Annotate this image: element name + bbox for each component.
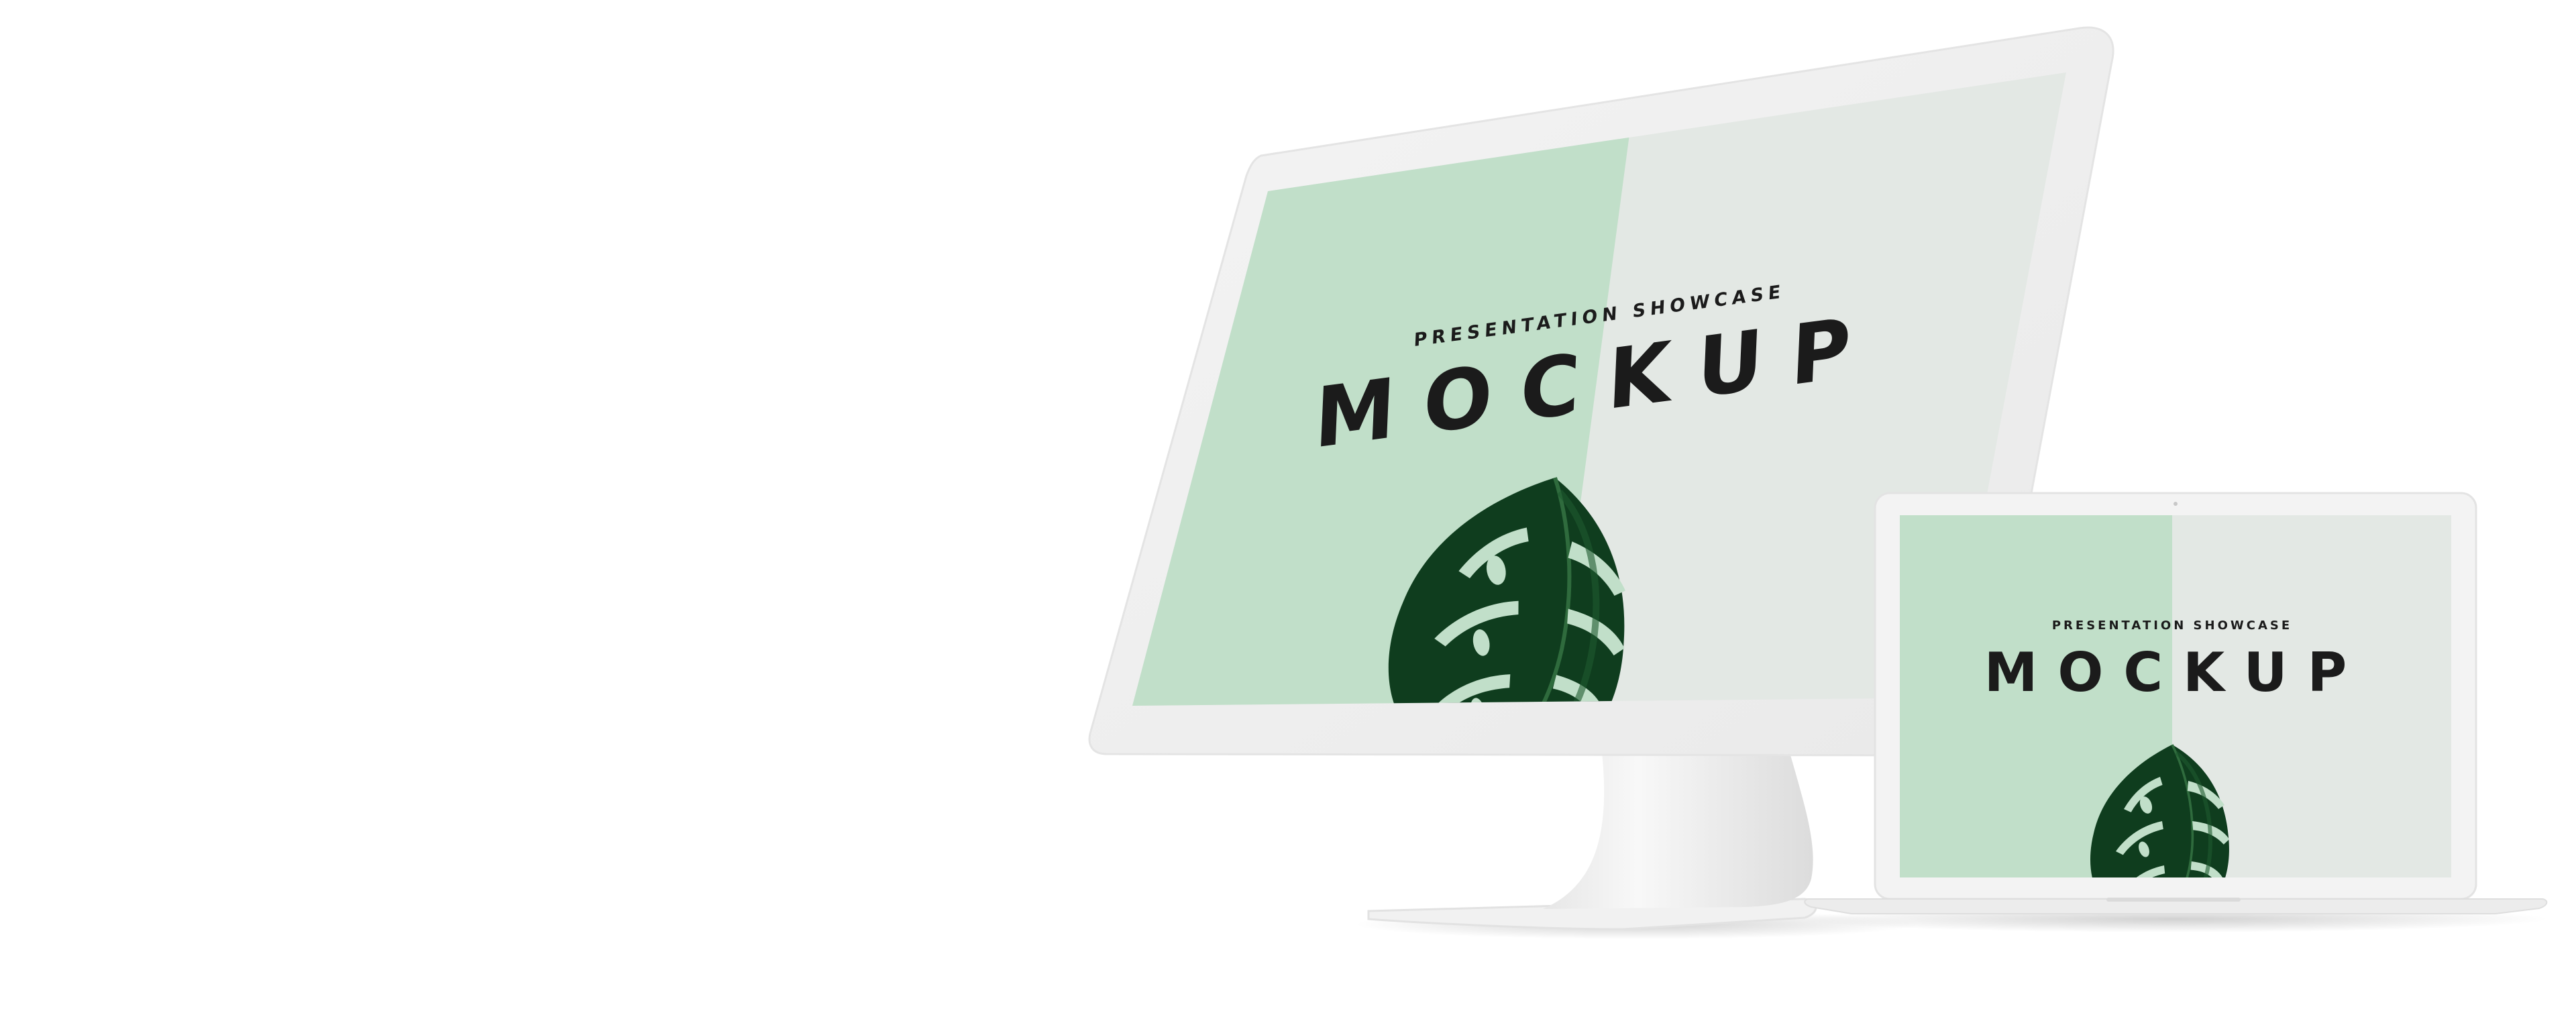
- monitor-stand-neck: [1543, 753, 1813, 909]
- laptop-screen: PRESENTATION SHOWCASE MOCKUP: [1900, 515, 2451, 877]
- mockup-stage: PRESENTATION SHOWCASE MOCKUP PRESENTATIO…: [0, 0, 2576, 1013]
- device-mockup-scene: PRESENTATION SHOWCASE MOCKUP PRESENTATIO…: [1088, 26, 2549, 939]
- laptop-hinge-notch: [2106, 898, 2241, 902]
- laptop-kicker-text: PRESENTATION SHOWCASE: [2052, 619, 2292, 633]
- camera-dot-icon: [2174, 502, 2178, 506]
- laptop: PRESENTATION SHOWCASE MOCKUP: [1798, 492, 2549, 932]
- laptop-headline-text: MOCKUP: [1984, 641, 2367, 704]
